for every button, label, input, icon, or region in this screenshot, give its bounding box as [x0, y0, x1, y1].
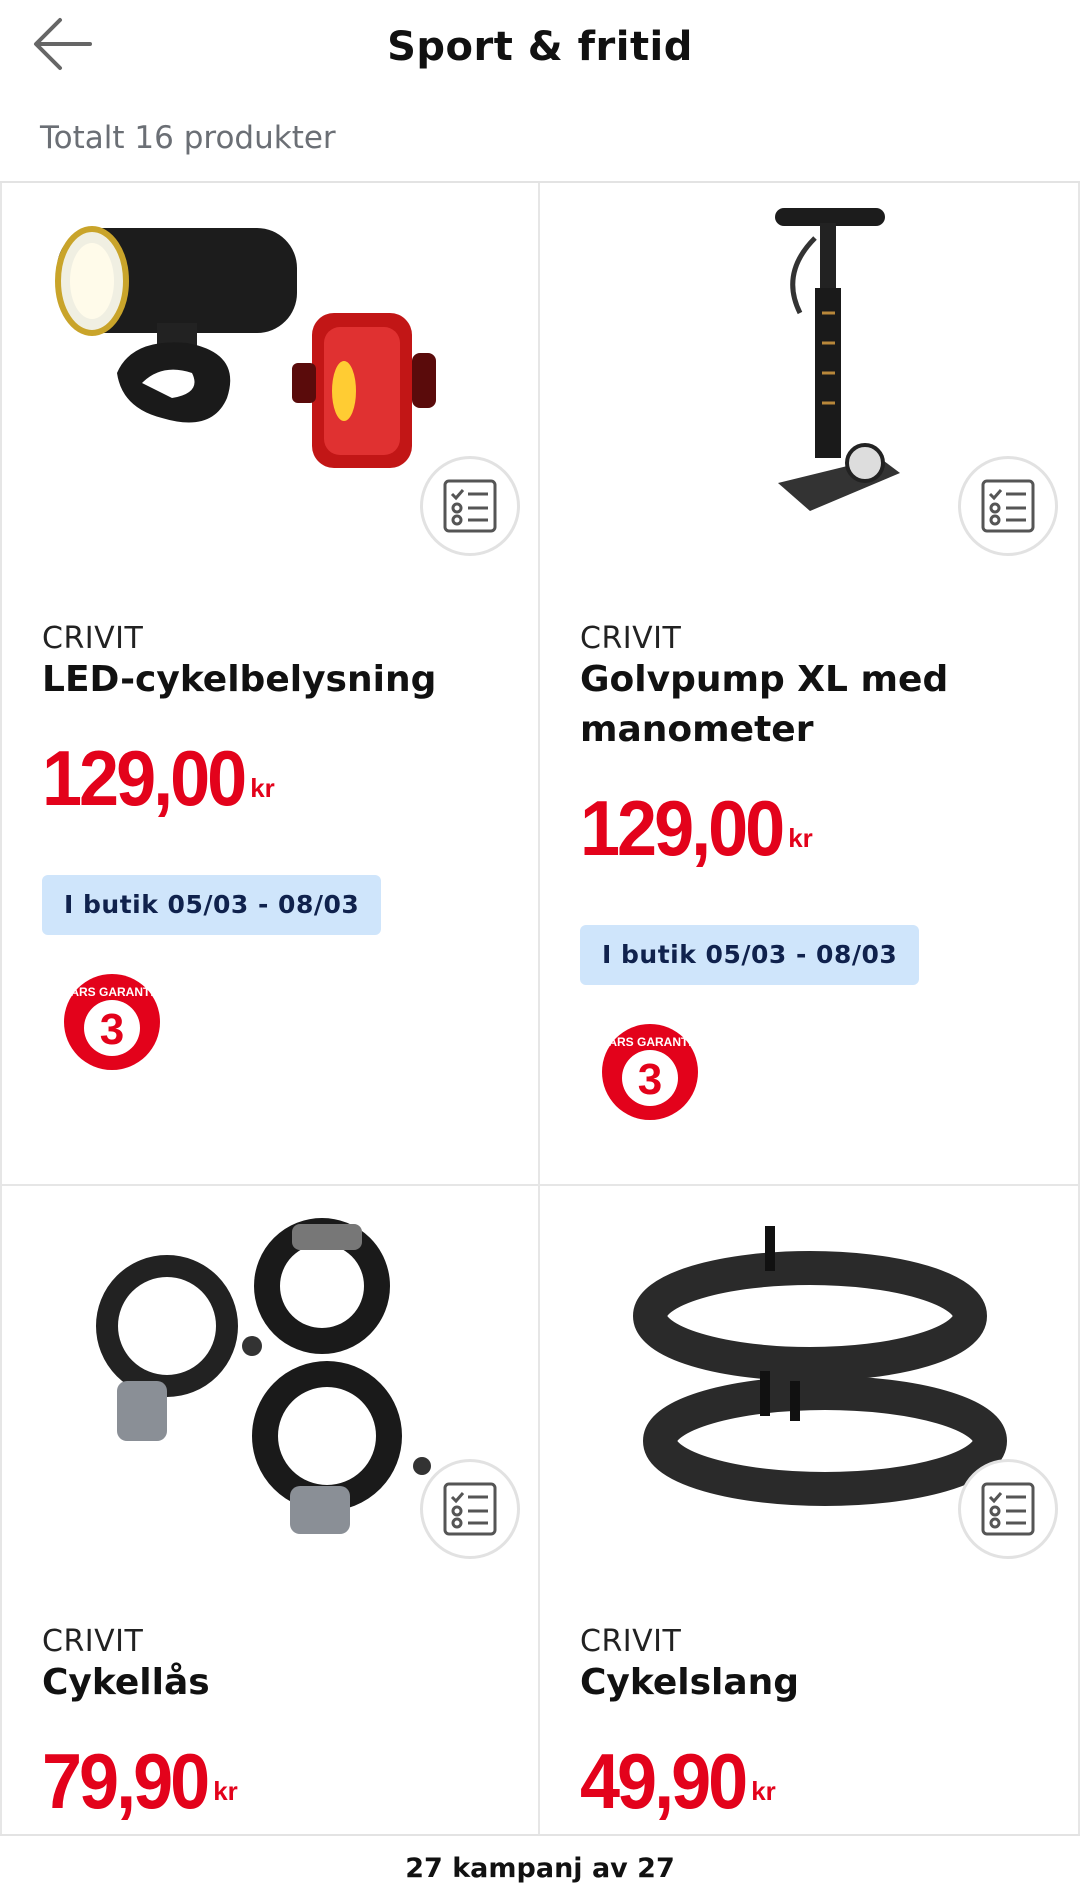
product-grid: CRIVIT LED-cykelbelysning 129,00 kr I but…	[0, 181, 1080, 1834]
product-price: 129,00 kr	[580, 786, 813, 872]
product-brand: CRIVIT	[580, 621, 682, 656]
price-value: 79,90	[42, 1738, 210, 1826]
product-name[interactable]: Cykellås	[42, 1658, 512, 1708]
product-name[interactable]: LED-cykelbelysning	[42, 655, 512, 705]
product-name[interactable]: Cykelslang	[580, 1658, 1050, 1708]
product-name[interactable]: Golvpump XL med manometer	[580, 655, 1050, 755]
product-brand: CRIVIT	[42, 621, 144, 656]
checklist-icon	[443, 1482, 497, 1536]
product-card[interactable]: CRIVIT Cykellås 79,90 kr	[0, 1186, 540, 1834]
product-price: 49,90 kr	[580, 1739, 776, 1825]
product-card[interactable]: CRIVIT LED-cykelbelysning 129,00 kr I but…	[0, 183, 540, 1186]
price-value: 129,00	[580, 785, 785, 873]
add-to-list-button[interactable]	[958, 456, 1058, 556]
guarantee-number: 3	[638, 1055, 662, 1104]
price-currency: kr	[751, 1776, 776, 1806]
campaign-pager: 27 kampanj av 27	[0, 1834, 1080, 1902]
product-count: Totalt 16 produkter	[40, 120, 336, 156]
app-header: Sport & fritid	[0, 0, 1080, 100]
price-value: 49,90	[580, 1738, 748, 1826]
price-currency: kr	[213, 1776, 238, 1806]
product-card[interactable]: CRIVIT Golvpump XL med manometer 129,00 k…	[540, 183, 1080, 1186]
checklist-icon	[981, 479, 1035, 533]
product-brand: CRIVIT	[42, 1624, 144, 1659]
guarantee-label: ÅRS GARANTI	[70, 984, 153, 999]
guarantee-label: ÅRS GARANTI	[608, 1034, 691, 1049]
guarantee-badge-icon: 3 ÅRS GARANTI	[602, 1024, 698, 1120]
checklist-icon	[443, 479, 497, 533]
product-price: 79,90 kr	[42, 1739, 238, 1825]
checklist-icon	[981, 1482, 1035, 1536]
price-value: 129,00	[42, 735, 247, 823]
product-price: 129,00 kr	[42, 736, 275, 822]
product-brand: CRIVIT	[580, 1624, 682, 1659]
page-title: Sport & fritid	[387, 24, 693, 70]
price-currency: kr	[250, 773, 275, 803]
add-to-list-button[interactable]	[958, 1459, 1058, 1559]
add-to-list-button[interactable]	[420, 456, 520, 556]
guarantee-badge-icon: 3 ÅRS GARANTI	[64, 974, 160, 1070]
availability-badge: I butik 05/03 - 08/03	[580, 925, 920, 985]
price-currency: kr	[788, 823, 813, 853]
availability-badge: I butik 05/03 - 08/03	[42, 875, 382, 935]
add-to-list-button[interactable]	[420, 1459, 520, 1559]
product-card[interactable]: CRIVIT Cykelslang 49,90 kr	[540, 1186, 1080, 1834]
guarantee-number: 3	[100, 1005, 124, 1054]
